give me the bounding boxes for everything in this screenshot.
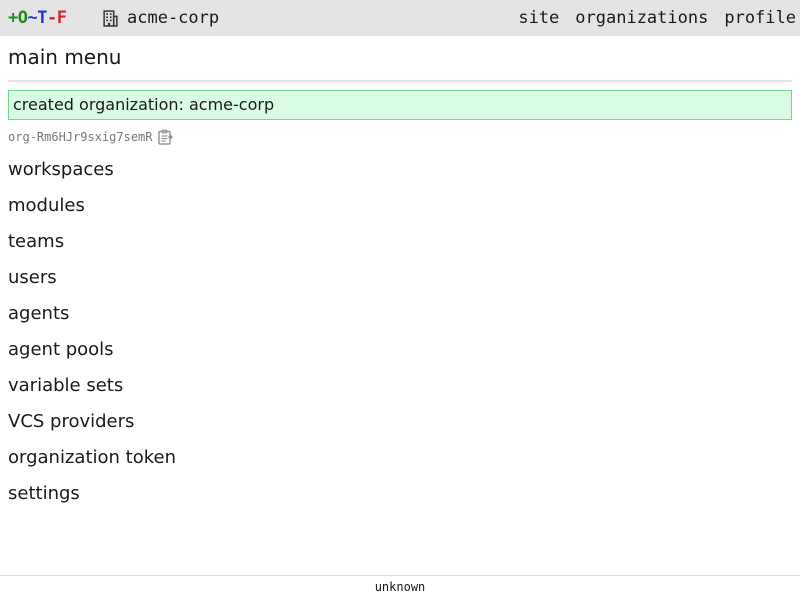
main-menu: workspaces modules teams users agents ag… (8, 157, 176, 517)
menu-item-variable-sets: variable sets (8, 373, 176, 409)
top-bar: +O~T-F acme-corp site organizations prof… (0, 0, 800, 36)
menu-item-vcs-providers: VCS providers (8, 409, 176, 445)
menu-link-users[interactable]: users (8, 265, 57, 291)
logo-part-2: T (37, 8, 47, 28)
app-logo[interactable]: +O~T-F (8, 8, 67, 28)
clipboard-icon[interactable] (157, 129, 173, 145)
menu-link-agents[interactable]: agents (8, 301, 69, 327)
logo-part-3: F (56, 8, 67, 28)
nav-organizations-link[interactable]: organizations (575, 8, 708, 28)
current-organization-link[interactable]: acme-corp (102, 8, 219, 28)
building-icon (103, 9, 118, 27)
menu-link-variable-sets[interactable]: variable sets (8, 373, 123, 399)
menu-item-users: users (8, 265, 176, 301)
organization-id-text: org-Rm6HJr9sxig7semR (8, 130, 153, 144)
menu-link-organization-token[interactable]: organization token (8, 445, 176, 471)
organization-name: acme-corp (127, 8, 220, 28)
organization-identifier: org-Rm6HJr9sxig7semR (8, 129, 173, 145)
title-divider (8, 80, 792, 82)
menu-item-settings: settings (8, 481, 176, 517)
page-title: main menu (8, 45, 122, 69)
menu-item-agent-pools: agent pools (8, 337, 176, 373)
menu-item-agents: agents (8, 301, 176, 337)
top-navigation: site organizations profile (502, 8, 796, 28)
nav-site-link[interactable]: site (518, 8, 559, 28)
logo-separator-2: - (46, 8, 57, 28)
version-text: unknown (374, 580, 426, 594)
menu-link-teams[interactable]: teams (8, 229, 64, 255)
footer: unknown (0, 575, 800, 600)
nav-profile-link[interactable]: profile (724, 8, 796, 28)
menu-item-organization-token: organization token (8, 445, 176, 481)
logo-part-1: +O (8, 8, 28, 28)
menu-link-vcs-providers[interactable]: VCS providers (8, 409, 134, 435)
logo-separator-1: ~ (27, 8, 38, 28)
menu-link-agent-pools[interactable]: agent pools (8, 337, 114, 363)
flash-success-message: created organization: acme-corp (8, 90, 792, 120)
menu-item-modules: modules (8, 193, 176, 229)
menu-link-settings[interactable]: settings (8, 481, 80, 507)
menu-item-teams: teams (8, 229, 176, 265)
menu-link-workspaces[interactable]: workspaces (8, 157, 114, 183)
menu-item-workspaces: workspaces (8, 157, 176, 193)
menu-link-modules[interactable]: modules (8, 193, 85, 219)
